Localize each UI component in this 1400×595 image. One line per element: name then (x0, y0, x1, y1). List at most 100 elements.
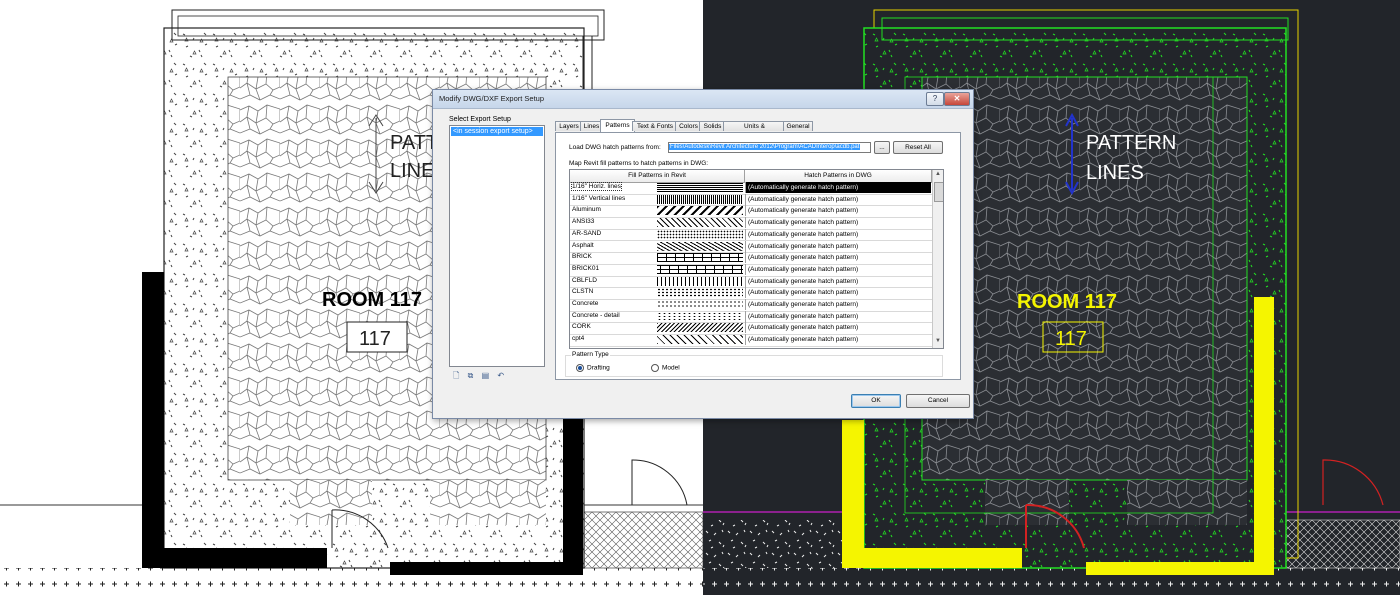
exterior-paving-hatch-cad (703, 568, 1400, 595)
export-setup-list[interactable]: <in session export setup> (449, 125, 545, 367)
pattern-mapping-table: Fill Patterns in Revit Hatch Patterns in… (569, 169, 944, 349)
patterns-tab-panel: Load DWG hatch patterns from: Files\Auto… (555, 132, 961, 380)
delete-setup-icon[interactable]: ↶ (497, 371, 504, 380)
room-tag-number-cad: 117 (1055, 328, 1087, 350)
wall-bottom-left-cad (842, 548, 1022, 568)
question-icon[interactable]: ? (926, 92, 944, 106)
fill-pattern-swatch (657, 288, 743, 298)
hatch-file-path-input[interactable]: Files\Autodesk\Revit Architecture 2012\P… (668, 142, 871, 153)
fill-pattern-name: ANSI33 (572, 218, 595, 226)
hatch-pattern-cell[interactable]: (Automatically generate hatch pattern) (745, 310, 931, 322)
setup-toolbar: 🗋 ⧉ ▤ ↶ (453, 370, 510, 384)
reset-all-button[interactable]: Reset All (893, 141, 943, 154)
tab-colors[interactable]: Colors (675, 121, 702, 131)
close-icon[interactable]: ✕ (944, 92, 970, 106)
radio-model-indicator[interactable] (651, 364, 659, 372)
fill-pattern-name: cpt4 (572, 335, 585, 343)
room-tag-number: 117 (359, 328, 391, 350)
radio-drafting-indicator[interactable] (576, 364, 584, 372)
fill-pattern-swatch (657, 194, 743, 204)
hatch-file-path-text: Files\Autodesk\Revit Architecture 2012\P… (669, 144, 861, 150)
fill-pattern-swatch (657, 241, 743, 251)
scroll-down-icon[interactable]: ▼ (935, 338, 941, 344)
hatch-pattern-cell[interactable]: (Automatically generate hatch pattern) (745, 217, 931, 229)
wall-right (563, 400, 583, 575)
new-setup-icon[interactable]: 🗋 (453, 371, 459, 380)
radio-model[interactable]: Model (651, 364, 680, 372)
export-setup-dialog: Modify DWG/DXF Export Setup ? ✕ Select E… (432, 89, 974, 419)
tab-units-coordinates[interactable]: Units & Coordinates (723, 121, 786, 139)
rename-setup-icon[interactable]: ▤ (482, 371, 490, 380)
pattern-type-label: Pattern Type (571, 351, 610, 358)
tab-general[interactable]: General (783, 121, 813, 131)
tab-text-fonts[interactable]: Text & Fonts (632, 121, 678, 131)
pattern-lines-label-2-cad: LINES (1086, 162, 1144, 184)
wall-bottom-left (142, 548, 327, 568)
fill-pattern-name: Concrete - detail (572, 311, 620, 319)
fill-pattern-swatch (657, 323, 743, 333)
hatch-pattern-cell[interactable]: (Automatically generate hatch pattern) (745, 228, 931, 240)
pattern-type-group: Pattern Type Drafting Model (565, 351, 943, 377)
browse-button[interactable]: ... (874, 141, 890, 154)
duplicate-setup-icon[interactable]: ⧉ (468, 371, 474, 380)
fill-pattern-name: 1/16" Vertical lines (572, 194, 626, 202)
fill-pattern-name: CLSTN (572, 288, 594, 296)
fill-pattern-name: Asphalt (572, 241, 594, 249)
fill-pattern-swatch (657, 229, 743, 239)
fill-pattern-name: BRICK01 (572, 264, 600, 272)
scroll-thumb[interactable] (934, 182, 943, 202)
wall-left-cad (842, 420, 864, 568)
hatch-pattern-cell[interactable]: (Automatically generate hatch pattern) (745, 205, 931, 217)
hatch-pattern-cell[interactable]: (Automatically generate hatch pattern) (745, 334, 931, 346)
fill-pattern-swatch (657, 311, 743, 321)
fill-pattern-name: 1/16" Horiz. lines (571, 182, 622, 191)
hatch-pattern-cell[interactable]: (Automatically generate hatch pattern) (745, 275, 931, 287)
wall-right-cad (1254, 297, 1274, 575)
fill-pattern-swatch (657, 183, 743, 192)
hatch-pattern-cell[interactable]: (Automatically generate hatch pattern) (745, 263, 931, 275)
fill-pattern-name: CORK (572, 323, 591, 331)
fill-pattern-swatch (657, 264, 743, 274)
ok-button[interactable]: OK (851, 394, 901, 408)
load-patterns-label: Load DWG hatch patterns from: (569, 144, 661, 151)
hatch-pattern-cell[interactable]: (Automatically generate hatch pattern) (745, 299, 931, 310)
tab-patterns[interactable]: Patterns (600, 119, 635, 132)
dialog-title: Modify DWG/DXF Export Setup (439, 94, 545, 103)
fill-pattern-name: Concrete (572, 300, 599, 307)
room-name-label-cad: ROOM 117 (1017, 291, 1117, 313)
fill-pattern-swatch (657, 253, 743, 263)
pattern-lines-label-1-cad: PATTERN (1086, 132, 1176, 154)
hatch-pattern-cell[interactable]: (Automatically generate hatch pattern) (745, 193, 931, 205)
room-name-label: ROOM 117 (322, 289, 422, 311)
tab-layers[interactable]: Layers (555, 121, 583, 131)
hatch-pattern-cell[interactable]: (Automatically generate hatch pattern) (745, 287, 931, 299)
scroll-up-icon[interactable]: ▲ (935, 171, 941, 177)
wall-bottom-right-cad (1086, 562, 1274, 575)
fill-pattern-name: Aluminum (572, 206, 601, 214)
fill-pattern-swatch (657, 218, 743, 228)
cancel-button[interactable]: Cancel (906, 394, 970, 408)
setup-item-in-session[interactable]: <in session export setup> (451, 127, 543, 136)
select-setup-label: Select Export Setup (449, 116, 511, 123)
dialog-titlebar[interactable]: Modify DWG/DXF Export Setup ? ✕ (433, 90, 973, 109)
table-scrollbar[interactable]: ▲ ▼ (932, 170, 943, 348)
radio-drafting-label: Drafting (587, 364, 610, 372)
hatch-pattern-cell[interactable]: (Automatically generate hatch pattern) (745, 322, 931, 334)
map-patterns-label: Map Revit fill patterns to hatch pattern… (569, 160, 709, 167)
table-row[interactable]: cpt4 (Automatically generate hatch patter… (570, 334, 932, 347)
fill-pattern-swatch (657, 206, 743, 216)
hatch-pattern-cell[interactable]: (Automatically generate hatch pattern) (745, 252, 931, 264)
hatch-pattern-cell[interactable]: (Automatically generate hatch pattern) (745, 240, 931, 252)
fill-pattern-swatch (657, 300, 743, 309)
radio-drafting[interactable]: Drafting (576, 364, 610, 372)
tab-solids[interactable]: Solids (699, 121, 726, 131)
fill-pattern-swatch (657, 335, 743, 345)
wall-bottom-right (390, 562, 577, 575)
hatch-pattern-cell[interactable]: (Automatically generate hatch pattern) (745, 182, 931, 193)
col-fill-patterns[interactable]: Fill Patterns in Revit (570, 170, 745, 182)
exterior-paving-hatch (0, 568, 703, 595)
fill-pattern-swatch (657, 276, 743, 286)
col-hatch-patterns[interactable]: Hatch Patterns in DWG (745, 170, 932, 182)
radio-model-label: Model (662, 364, 680, 372)
fill-pattern-name: AR-SAND (572, 229, 602, 237)
